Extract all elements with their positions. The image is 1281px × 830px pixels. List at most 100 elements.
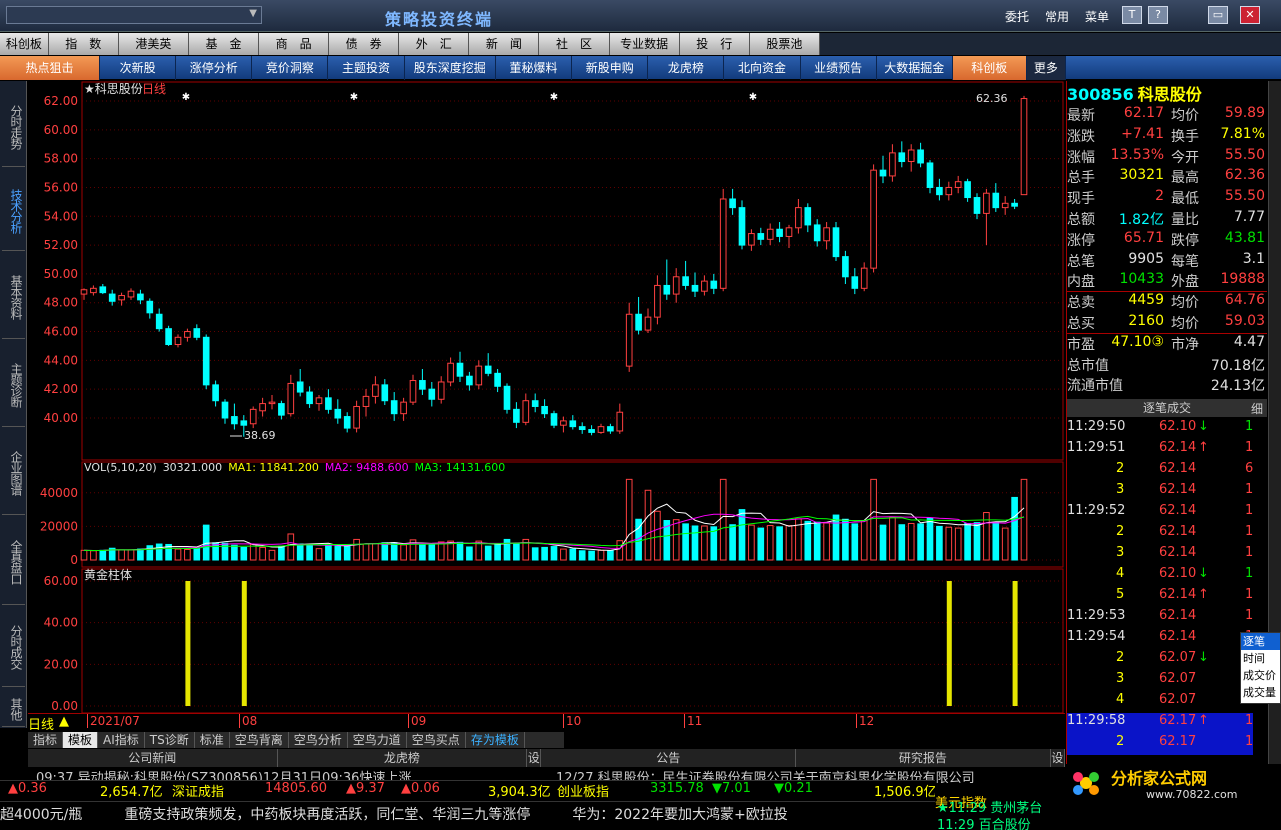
menu-item[interactable]: 基 金 xyxy=(189,33,260,55)
feature-tab[interactable]: 次新股 xyxy=(100,56,177,80)
indicator-tab[interactable]: 空鸟买点 xyxy=(407,732,466,748)
left-tab[interactable]: 主题诊断 xyxy=(2,343,25,427)
indicator-tab[interactable]: 空鸟力道 xyxy=(348,732,407,748)
alert-line-3[interactable]: 11:29 百合股份 xyxy=(937,814,1031,830)
popup-menu-item[interactable]: 逐笔 xyxy=(1241,633,1280,650)
indicator-tab[interactable]: AI指标 xyxy=(98,732,145,748)
volume-bar xyxy=(456,541,464,561)
left-tab[interactable]: 分时成交 xyxy=(2,607,25,687)
gold-bar xyxy=(241,581,247,706)
kline-chart[interactable]: 62.00 60.00 58.00 56.00 54.00 52.00 50.00 48.00… xyxy=(28,81,1065,714)
common-button[interactable]: 常用 xyxy=(1045,8,1069,25)
price-tick-label: 44.00 xyxy=(44,353,78,367)
candle-body xyxy=(729,198,736,209)
help-icon[interactable]: ? xyxy=(1148,6,1168,24)
index-ticker-bar: ▲0.36 2,654.7亿 深证成指 14805.60 ▲9.37 ▲0.06 3,904… xyxy=(0,780,935,800)
volume-bar xyxy=(785,525,793,561)
volume-bar xyxy=(870,478,877,561)
left-tab[interactable]: 其他 xyxy=(2,691,25,727)
tick-header[interactable]: 逐笔成交 xyxy=(1067,399,1267,417)
news-tab[interactable]: 研究报告 xyxy=(796,749,1051,767)
feature-tab[interactable]: 更多 xyxy=(1026,56,1066,80)
candle-body xyxy=(550,413,558,426)
index-value: 1,506.9亿 xyxy=(874,785,935,800)
menu-item[interactable]: 港美英 xyxy=(119,33,189,55)
feature-tab[interactable]: 业绩预告 xyxy=(801,56,877,80)
settings-button[interactable]: 设 xyxy=(527,749,542,767)
left-tab[interactable]: 技术分析 xyxy=(2,171,25,251)
quote-value: 30321 xyxy=(1119,167,1164,184)
candle-body xyxy=(992,192,1000,209)
menu-item[interactable]: 投 行 xyxy=(680,33,750,55)
volume-bar xyxy=(832,514,840,561)
pin-icon[interactable]: T xyxy=(1122,6,1142,24)
menu-item[interactable]: 科创板 xyxy=(0,33,49,55)
feature-tab[interactable]: 主题投资 xyxy=(328,56,405,80)
maximize-icon[interactable]: ▭ xyxy=(1208,6,1228,24)
indicator-tab[interactable]: 空鸟背离 xyxy=(230,732,289,748)
quote-label: 总手 xyxy=(1067,170,1095,187)
news-tab[interactable]: 公告 xyxy=(541,749,797,767)
menu-item[interactable]: 专业数据 xyxy=(610,33,680,55)
detail-tab[interactable]: 细 xyxy=(1251,400,1263,417)
popup-menu-item[interactable]: 成交量 xyxy=(1241,684,1280,701)
quote-value: 13.53% xyxy=(1110,146,1164,163)
menu-button[interactable]: 菜单 xyxy=(1085,8,1109,25)
period-triangle-icon[interactable]: ▲ xyxy=(59,714,69,729)
chevron-down-icon[interactable]: ▼ xyxy=(249,8,257,19)
order-button[interactable]: 委托 xyxy=(1005,8,1029,25)
left-tab[interactable]: 基本资料 xyxy=(2,255,25,339)
ticker-text[interactable]: 超4000元/瓶 重磅支持政策频发，中药板块再度活跃，同仁堂、华润三九等涨停 华… xyxy=(0,807,788,823)
menu-item[interactable]: 新 闻 xyxy=(469,33,540,55)
settings-button[interactable]: 设 xyxy=(1051,749,1065,767)
candle-body xyxy=(503,385,511,410)
menu-item[interactable]: 债 券 xyxy=(329,33,400,55)
feature-tab[interactable]: 涨停分析 xyxy=(176,56,253,80)
volume-bar xyxy=(259,546,266,561)
index-value: ▼0.21 xyxy=(774,781,813,796)
candle-body xyxy=(644,316,652,331)
indicator-tab[interactable]: 存为模板 xyxy=(466,732,525,748)
news-tab[interactable]: 公司新闻 xyxy=(28,749,278,767)
feature-tab[interactable]: 热点狙击 xyxy=(0,56,101,80)
menu-item[interactable]: 外 汇 xyxy=(399,33,470,55)
tick-volume: 6 xyxy=(1245,461,1254,476)
volume-bar xyxy=(560,548,567,561)
indicator-tab[interactable]: 空鸟分析 xyxy=(289,732,348,748)
menu-item[interactable]: 指 数 xyxy=(49,33,119,55)
feature-tab[interactable]: 股东深度挖掘 xyxy=(405,56,496,80)
indicator-tab[interactable]: 模板 xyxy=(63,732,99,748)
volume-bar xyxy=(428,544,436,561)
candle-body xyxy=(466,375,473,386)
indicator-tab[interactable]: 标准 xyxy=(195,732,230,748)
feature-tab[interactable]: 北向资金 xyxy=(724,56,801,80)
left-tab[interactable]: 企业图谱 xyxy=(2,431,25,515)
index-value: 2,654.7亿 xyxy=(100,785,163,800)
menu-item[interactable]: 社 区 xyxy=(539,33,610,55)
volume-bar xyxy=(607,550,614,561)
feature-tab[interactable]: 董秘爆料 xyxy=(496,56,573,80)
feature-tab[interactable]: 竞价洞察 xyxy=(252,56,329,80)
candle-body xyxy=(654,284,661,318)
candle-body xyxy=(597,426,605,433)
price-tick-label: 52.00 xyxy=(44,238,78,252)
indicator-tab[interactable]: TS诊断 xyxy=(145,732,195,748)
feature-tab[interactable]: 龙虎榜 xyxy=(648,56,725,80)
popup-menu-item[interactable]: 时间 xyxy=(1241,650,1280,667)
feature-tab[interactable]: 科创板 xyxy=(952,56,1027,80)
left-tab[interactable]: 全真盘口 xyxy=(2,519,25,605)
candle-body xyxy=(249,408,257,425)
quote-label: 市净 xyxy=(1171,336,1199,353)
close-icon[interactable]: ✕ xyxy=(1240,6,1260,24)
feature-tab[interactable]: 新股申购 xyxy=(572,56,649,80)
indicator-tab[interactable]: 指标 xyxy=(28,732,64,748)
menu-item[interactable]: 商 品 xyxy=(259,33,330,55)
period-label[interactable]: 日线 xyxy=(28,714,54,733)
news-tab[interactable]: 龙虎榜 xyxy=(278,749,528,767)
stock-selector-dropdown[interactable]: ▼ xyxy=(6,6,262,24)
feature-tab[interactable]: 大数据掘金 xyxy=(877,56,953,80)
left-tab[interactable]: 分时走势 xyxy=(2,87,25,167)
popup-menu-item[interactable]: 成交价 xyxy=(1241,667,1280,684)
price-tick-label: 46.00 xyxy=(44,325,78,339)
menu-item[interactable]: 股票池 xyxy=(750,33,820,55)
